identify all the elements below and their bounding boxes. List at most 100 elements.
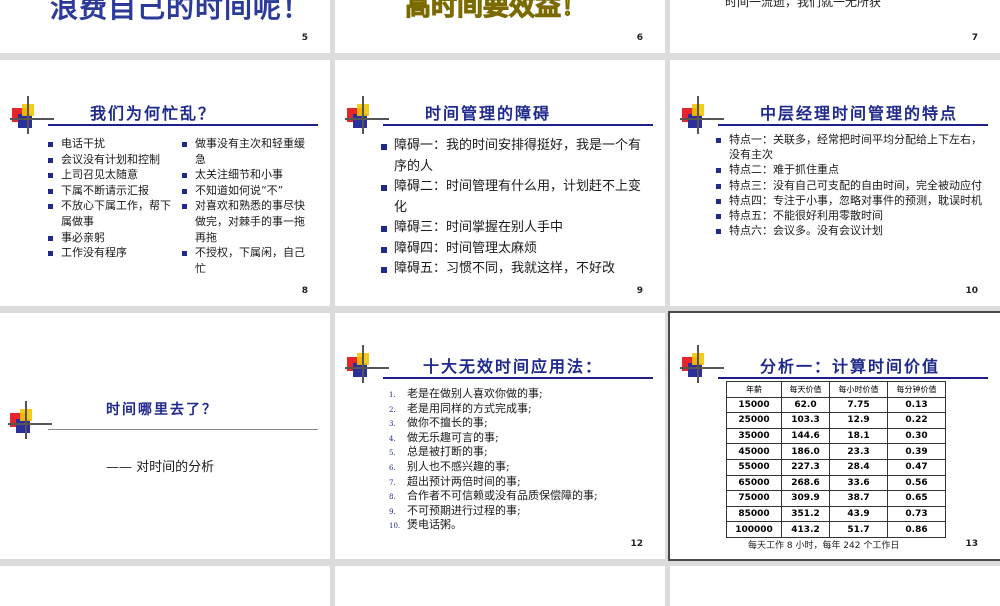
table-cell: 0.73 bbox=[887, 505, 946, 523]
table-cell: 103.3 bbox=[780, 412, 831, 429]
table-cell: 0.30 bbox=[887, 427, 946, 445]
table-row: 85000 351.2 43.9 0.73 bbox=[726, 505, 946, 523]
bullet-list-left: 电话干扰 会议没有计划和控制 上司召见太随意 下属不断请示汇报 不放心下属工作，帮下属做… bbox=[48, 136, 178, 261]
table-cell: 65000 bbox=[726, 474, 782, 492]
list-item: 7. 超出预计两倍时间的事; bbox=[389, 475, 649, 490]
list-item-text: 老是在做别人喜欢你做的事; bbox=[407, 387, 543, 400]
bullet-list-right: 做事没有主次和轻重缓急 太关注细节和小事 不知道如何说“不” 对喜欢和熟悉的事尽快做完… bbox=[182, 136, 314, 276]
list-item: 1. 老是在做别人喜欢你做的事; bbox=[389, 387, 649, 402]
slide-number: 10 bbox=[965, 286, 978, 296]
table-row: 35000 144.6 18.1 0.30 bbox=[726, 427, 946, 445]
list-item: 5. 总是被打断的事; bbox=[389, 445, 649, 460]
table-cell: 186.0 bbox=[780, 443, 831, 460]
table-cell: 28.4 bbox=[829, 458, 889, 476]
table-header-cell: 每天价值 bbox=[780, 381, 831, 398]
table-row: 55000 227.3 28.4 0.47 bbox=[726, 458, 946, 476]
table-cell: 18.1 bbox=[829, 427, 889, 445]
list-item: 不放心下属工作，帮下属做事 bbox=[48, 198, 178, 229]
slide-thumbnail-15[interactable] bbox=[335, 566, 665, 606]
table-header-cell: 每分钟价值 bbox=[887, 381, 946, 398]
slide-thumbnail-10[interactable]: 中层经理时间管理的特点 特点一：关联多，经常把时间平均分配给上下左右，没有主次特… bbox=[670, 60, 1000, 306]
slide-number: 5 bbox=[301, 33, 308, 43]
list-item: 特点六：会议多。没有会议计划 bbox=[716, 223, 988, 238]
table-cell: 12.9 bbox=[829, 412, 889, 429]
slide-thumbnail-5[interactable]: 浪费自己的时间呢！ 5 bbox=[0, 0, 330, 53]
list-item: 不授权，下属闲，自己忙 bbox=[182, 245, 314, 276]
table-cell: 0.56 bbox=[887, 474, 946, 492]
title-underline bbox=[718, 377, 988, 379]
list-number: 6. bbox=[389, 463, 396, 472]
list-item: 障碍一：我的时间安排得挺好，我是一个有序的人 bbox=[381, 136, 651, 177]
table-cell: 55000 bbox=[726, 458, 782, 476]
list-item-text: 不可预期进行过程的事; bbox=[407, 503, 521, 517]
table-header-cell: 年薪 bbox=[726, 381, 782, 398]
slide-5-title-fragment: 浪费自己的时间呢！ bbox=[50, 0, 312, 24]
table-row: 100000 413.2 51.7 0.86 bbox=[726, 521, 946, 538]
table-cell: 15000 bbox=[726, 396, 782, 414]
table-cell: 25000 bbox=[726, 412, 782, 429]
slide-number: 9 bbox=[636, 286, 643, 296]
list-item: 太关注细节和小事 bbox=[182, 167, 314, 183]
list-item: 特点一：关联多，经常把时间平均分配给上下左右，没有主次 bbox=[716, 132, 988, 162]
list-number: 5. bbox=[389, 449, 396, 458]
time-value-table: 年薪 每天价值 每小时价值 每分钟价值 15000 62.0 7.75 0.13 25000 1… bbox=[726, 381, 946, 538]
table-cell: 7.75 bbox=[829, 396, 889, 414]
slide-thumbnail-12[interactable]: 十大无效时间应用法： 1. 老是在做别人喜欢你做的事; 2. 老是用同样的方式完成事;… bbox=[335, 313, 665, 559]
list-item-text: 做无乐趣可言的事; bbox=[407, 430, 499, 444]
slide-logo-icon bbox=[345, 345, 389, 383]
title-underline bbox=[48, 429, 318, 430]
list-item: 特点二：难于抓住重点 bbox=[716, 162, 988, 177]
table-header-cell: 每小时价值 bbox=[829, 381, 889, 398]
slide-thumbnail-11[interactable]: 时间哪里去了？ —— 对时间的分析 bbox=[0, 313, 330, 559]
list-number: 3. bbox=[389, 420, 396, 429]
slide-number: 8 bbox=[301, 286, 308, 296]
list-number: 10. bbox=[389, 522, 401, 531]
slide-subtitle: —— 对时间的分析 bbox=[106, 460, 215, 475]
list-item: 特点四：专注于小事，忽略对事件的预测，耽误时机 bbox=[716, 193, 988, 208]
list-item: 特点五：不能很好利用零散时间 bbox=[716, 208, 988, 223]
slide-thumbnail-8[interactable]: 我们为何忙乱？ 电话干扰 会议没有计划和控制 上司召见太随意 下属不断请示汇报 不放心下… bbox=[0, 60, 330, 306]
table-note: 每天工作 8 小时，每年 242 个工作日 bbox=[748, 541, 900, 551]
table-cell: 45000 bbox=[726, 443, 782, 460]
slide-thumbnail-16[interactable] bbox=[670, 566, 1000, 606]
title-underline bbox=[383, 377, 653, 379]
table-row: 75000 309.9 38.7 0.65 bbox=[726, 490, 946, 507]
slide-thumbnail-7[interactable]: 时间一流逝，我们就一无所获 7 bbox=[670, 0, 1000, 53]
bullet-list: 障碍一：我的时间安排得挺好，我是一个有序的人 障碍二：时间管理有什么用，计划赶不上… bbox=[381, 136, 651, 280]
table-cell: 413.2 bbox=[780, 521, 831, 538]
slide-thumbnail-6[interactable]: 高时间要效益！ 6 bbox=[335, 0, 665, 53]
title-underline bbox=[718, 124, 988, 126]
table-row: 25000 103.3 12.9 0.22 bbox=[726, 412, 946, 429]
table-cell: 227.3 bbox=[780, 458, 831, 476]
numbered-list: 1. 老是在做别人喜欢你做的事; 2. 老是用同样的方式完成事; 3. 做你不擅长的事; 4… bbox=[389, 387, 649, 533]
slide-logo-icon bbox=[8, 401, 52, 439]
list-item: 障碍三：时间掌握在别人手中 bbox=[381, 218, 651, 239]
list-item: 上司召见太随意 bbox=[48, 167, 178, 183]
slide-thumbnail-14[interactable] bbox=[0, 566, 330, 606]
list-item: 2. 老是用同样的方式完成事; bbox=[389, 402, 649, 417]
table-cell: 62.0 bbox=[780, 396, 831, 414]
slide-logo-icon bbox=[10, 96, 54, 134]
list-item: 工作没有程序 bbox=[48, 245, 178, 261]
list-item-text: 合作者不可信赖或没有品质保偿障的事; bbox=[407, 489, 598, 503]
list-item: 障碍二：时间管理有什么用，计划赶不上变化 bbox=[381, 177, 651, 218]
list-item: 下属不断请示汇报 bbox=[48, 183, 178, 199]
slide-thumbnail-9[interactable]: 时间管理的障碍 障碍一：我的时间安排得挺好，我是一个有序的人 障碍二：时间管理有什… bbox=[335, 60, 665, 306]
slide-thumbnail-13[interactable]: 分析一：计算时间价值 年薪 每天价值 每小时价值 每分钟价值 15000 62.0 7.7… bbox=[668, 311, 1000, 561]
slide-title: 十大无效时间应用法： bbox=[423, 357, 604, 376]
slide-title: 分析一：计算时间价值 bbox=[760, 357, 941, 376]
table-cell: 144.6 bbox=[780, 427, 831, 445]
list-item: 10. 煲电话粥。 bbox=[389, 518, 649, 533]
list-item: 不知道如何说“不” bbox=[182, 183, 314, 199]
table-cell: 51.7 bbox=[829, 521, 889, 538]
list-item: 事必亲躬 bbox=[48, 230, 178, 246]
table-cell: 0.39 bbox=[887, 443, 946, 460]
list-item-text: 老是用同样的方式完成事; bbox=[407, 401, 532, 415]
slide-title: 中层经理时间管理的特点 bbox=[760, 104, 959, 123]
table-cell: 38.7 bbox=[829, 490, 889, 507]
list-number: 9. bbox=[389, 507, 396, 516]
table-cell: 35000 bbox=[726, 427, 782, 445]
table-cell: 0.86 bbox=[887, 521, 946, 538]
slide-7-text-fragment: 时间一流逝，我们就一无所获 bbox=[725, 0, 882, 9]
list-item: 4. 做无乐趣可言的事; bbox=[389, 431, 649, 446]
